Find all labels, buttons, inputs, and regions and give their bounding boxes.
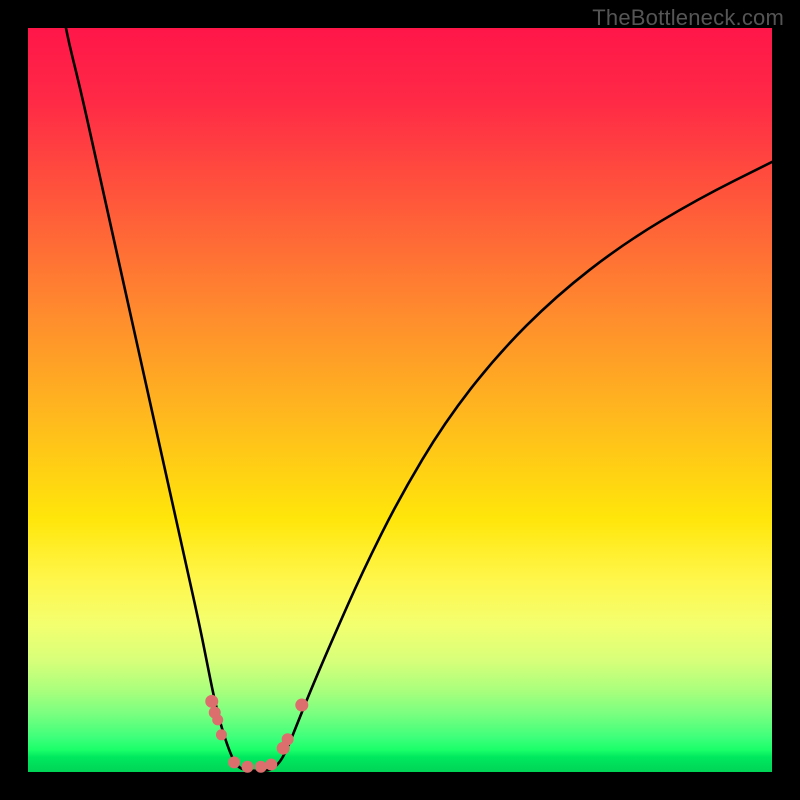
bottleneck-curve — [56, 0, 800, 771]
data-marker — [265, 759, 277, 771]
chart-frame: TheBottleneck.com — [0, 0, 800, 800]
data-marker — [255, 761, 267, 773]
data-marker — [228, 756, 240, 768]
curve-layer — [28, 28, 772, 772]
data-marker — [282, 733, 294, 745]
data-marker — [212, 714, 223, 725]
data-marker — [295, 699, 308, 712]
data-marker — [216, 729, 227, 740]
plot-area — [28, 28, 772, 772]
data-marker — [205, 695, 218, 708]
data-marker — [241, 761, 253, 773]
